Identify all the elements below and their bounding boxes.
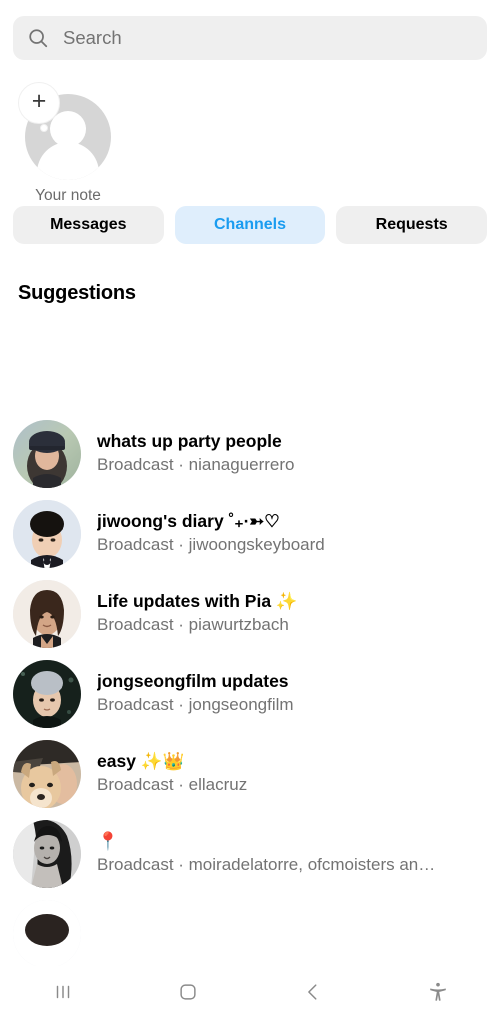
- list-item-subtitle: Broadcast · moiradelatorre, ofcmoisters …: [97, 855, 436, 875]
- your-note-label: Your note: [35, 187, 101, 204]
- avatar-body-shape: [37, 142, 99, 180]
- list-item[interactable]: easy ✨👑 Broadcast · ellacruz: [0, 734, 500, 814]
- tab-bar: Messages Channels Requests: [0, 206, 500, 244]
- your-note-section: + Your note: [0, 60, 500, 210]
- list-item-subtitle: Broadcast · nianaguerrero: [97, 455, 295, 475]
- avatar-nianaguerrero[interactable]: [13, 420, 81, 488]
- list-item-subtitle: Broadcast · ellacruz: [97, 775, 248, 795]
- your-note-cell[interactable]: + Your note: [18, 82, 118, 205]
- recents-icon: [52, 981, 74, 1003]
- list-item-title: easy ✨👑: [97, 750, 185, 771]
- back-button[interactable]: [273, 966, 353, 1018]
- avatar-partial-next[interactable]: [13, 900, 81, 966]
- tab-requests[interactable]: Requests: [336, 206, 488, 244]
- accessibility-icon: [427, 981, 449, 1003]
- avatar-jiwoongskeyboard[interactable]: [13, 500, 81, 568]
- list-item[interactable]: Life updates with Pia ✨ Broadcast · piaw…: [0, 574, 500, 654]
- list-item-subtitle: Broadcast · jiwoongskeyboard: [97, 535, 325, 555]
- suggestions-heading: Suggestions: [18, 282, 136, 304]
- tab-messages[interactable]: Messages: [13, 206, 164, 244]
- list-item-text: [97, 933, 484, 935]
- tab-channels[interactable]: Channels: [174, 206, 326, 244]
- list-item-text: 📍 Broadcast · moiradelatorre, ofcmoister…: [97, 831, 484, 878]
- list-item[interactable]: [0, 894, 500, 966]
- list-item-text: jiwoong's diary ˚₊·➳♡ Broadcast · jiwoon…: [97, 511, 484, 558]
- list-item-text: jongseongfilm updates Broadcast · jongse…: [97, 671, 484, 718]
- recents-button[interactable]: [23, 966, 103, 1018]
- list-item[interactable]: jiwoong's diary ˚₊·➳♡ Broadcast · jiwoon…: [0, 494, 500, 574]
- list-item-title: jiwoong's diary ˚₊·➳♡: [97, 510, 280, 531]
- plus-icon: +: [31, 87, 47, 115]
- list-item-title: Life updates with Pia ✨: [97, 590, 298, 611]
- accessibility-button[interactable]: [398, 966, 478, 1018]
- list-item-title: 📍: [97, 830, 119, 851]
- home-square-icon: [177, 981, 199, 1003]
- note-bubble-tail-icon: [40, 124, 48, 132]
- list-item-text: easy ✨👑 Broadcast · ellacruz: [97, 751, 484, 798]
- avatar-ellacruz[interactable]: [13, 740, 81, 808]
- list-item[interactable]: whats up party people Broadcast · nianag…: [0, 414, 500, 494]
- list-item-text: Life updates with Pia ✨ Broadcast · piaw…: [97, 591, 484, 638]
- list-item[interactable]: jongseongfilm updates Broadcast · jongse…: [0, 654, 500, 734]
- avatar-jongseongfilm[interactable]: [13, 660, 81, 728]
- search-input[interactable]: [63, 16, 473, 60]
- list-item[interactable]: 📍 Broadcast · moiradelatorre, ofcmoister…: [0, 814, 500, 894]
- system-navigation-bar: [0, 966, 500, 1018]
- suggestions-scroll-area[interactable]: whats up party people Broadcast · nianag…: [0, 398, 500, 966]
- chevron-left-icon: [302, 981, 324, 1003]
- list-item-title: whats up party people: [97, 430, 282, 451]
- add-note-button[interactable]: +: [18, 82, 60, 124]
- search-bar[interactable]: [13, 16, 487, 60]
- home-button[interactable]: [148, 966, 228, 1018]
- avatar-moiradelatorre[interactable]: [13, 820, 81, 888]
- search-section: [0, 0, 500, 60]
- list-item-subtitle: Broadcast · jongseongfilm: [97, 695, 294, 715]
- avatar-piawurtzbach[interactable]: [13, 580, 81, 648]
- search-icon: [27, 27, 49, 49]
- list-item-subtitle: Broadcast · piawurtzbach: [97, 615, 289, 635]
- list-item-title: jongseongfilm updates: [97, 670, 289, 691]
- list-item-text: whats up party people Broadcast · nianag…: [97, 431, 484, 478]
- suggestions-list: whats up party people Broadcast · nianag…: [0, 414, 500, 966]
